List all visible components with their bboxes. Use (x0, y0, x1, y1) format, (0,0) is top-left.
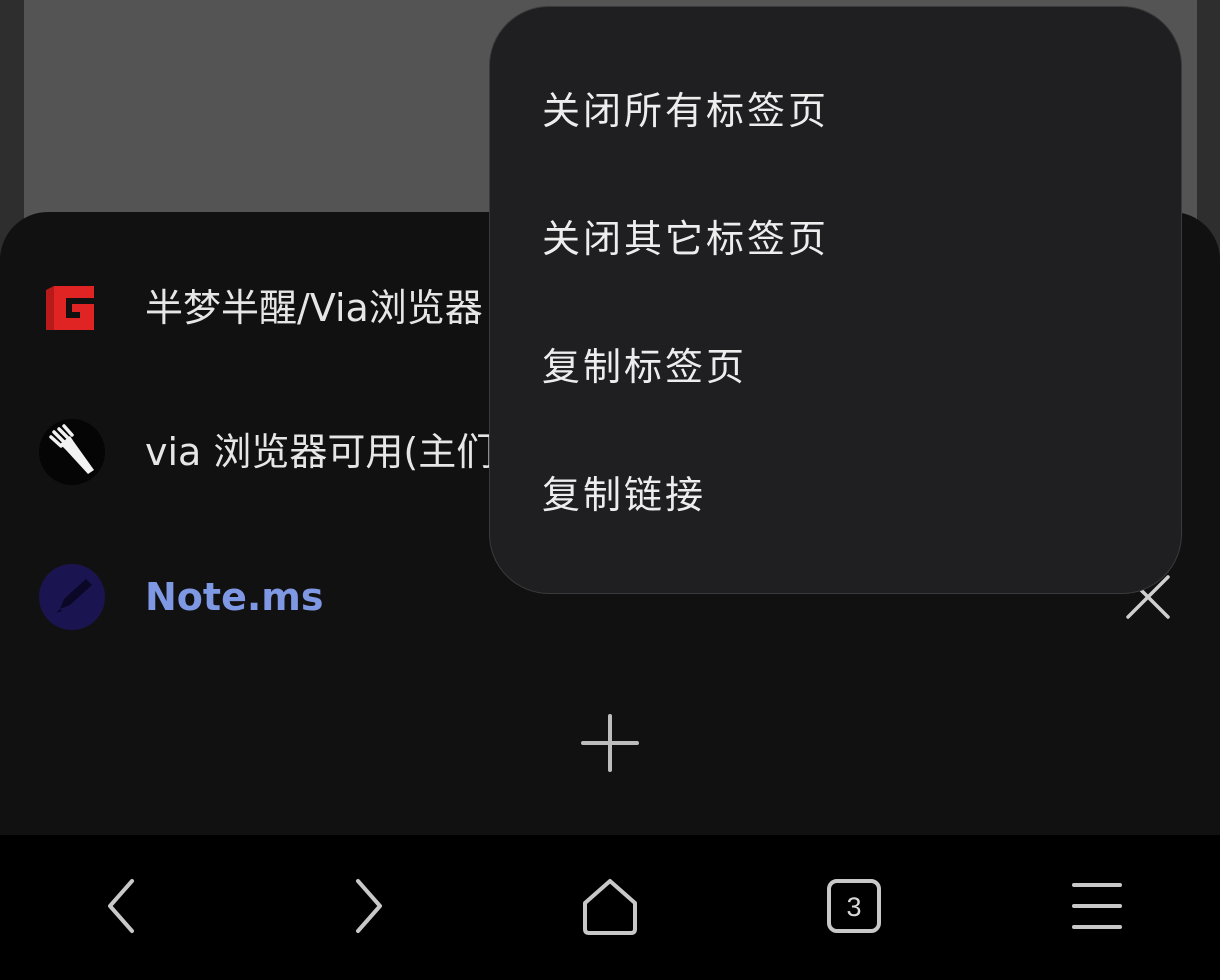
tab-title: 半梦半醒/Via浏览器 (145, 286, 483, 330)
back-icon[interactable] (88, 871, 158, 941)
forward-icon[interactable] (332, 871, 402, 941)
menu-item-copy-link[interactable]: 复制链接 (542, 431, 1142, 559)
fork-icon (38, 418, 106, 486)
tab-title: via 浏览器可用(主们 (145, 430, 495, 474)
note-pen-icon (38, 563, 106, 631)
menu-item-close-all-tabs[interactable]: 关闭所有标签页 (542, 47, 1142, 175)
home-icon[interactable] (575, 871, 645, 941)
menu-item-close-other-tabs[interactable]: 关闭其它标签页 (542, 175, 1142, 303)
tab-context-menu: 关闭所有标签页 关闭其它标签页 复制标签页 复制链接 (489, 6, 1182, 594)
bottom-navigation-bar: 3 (0, 835, 1220, 980)
new-tab-plus-icon[interactable] (575, 708, 645, 778)
menu-item-duplicate-tab[interactable]: 复制标签页 (542, 303, 1142, 431)
browser-screen: 半梦半醒/Via浏览器 via 浏览器可用(主们 Note.ms 关闭所有标签页… (0, 0, 1220, 980)
tab-title: Note.ms (145, 575, 324, 619)
tabs-count-button[interactable]: 3 (819, 871, 889, 941)
menu-icon[interactable] (1062, 871, 1132, 941)
g-red-logo-icon (38, 274, 106, 342)
tab-count: 3 (846, 892, 861, 922)
